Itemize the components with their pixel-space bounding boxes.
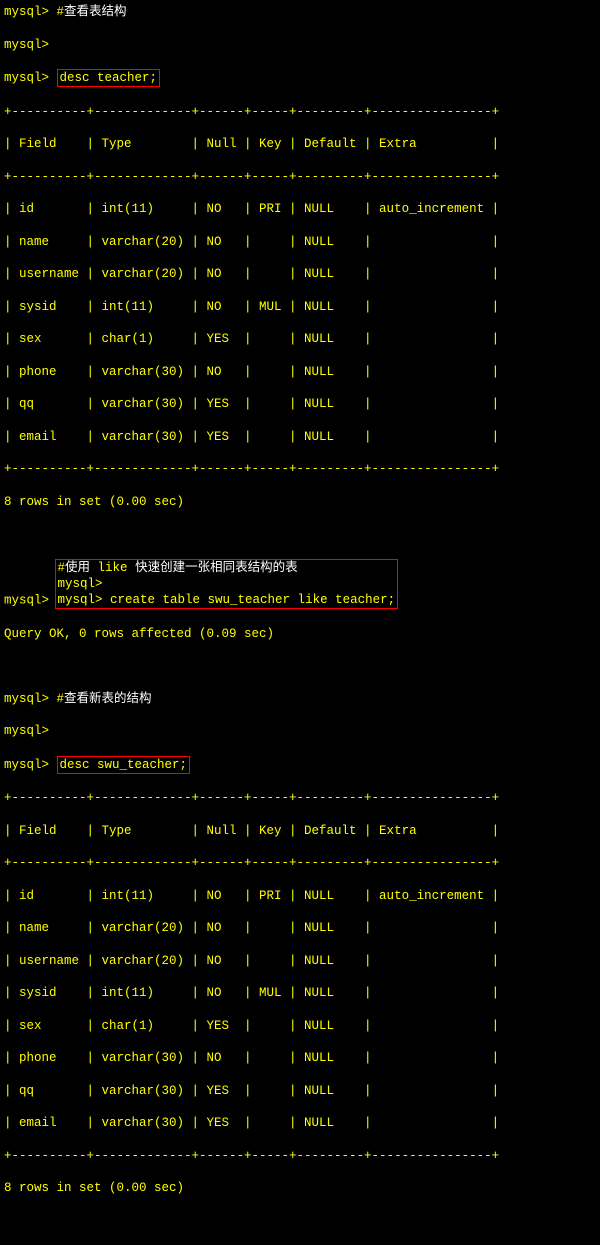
- table-border: +----------+-------------+------+-----+-…: [4, 169, 596, 185]
- table-row: | sex | char(1) | YES | | NULL | |: [4, 331, 596, 347]
- blank-line: [4, 658, 596, 674]
- highlighted-command: desc swu_teacher;: [57, 756, 191, 774]
- table-row: | sysid | int(11) | NO | MUL | NULL | |: [4, 985, 596, 1001]
- comment-text: 查看新表的结构: [64, 692, 152, 706]
- mysql-prompt: mysql>: [4, 724, 49, 738]
- hash: #: [57, 5, 65, 19]
- mysql-prompt: mysql>: [4, 5, 57, 19]
- sql-command: desc swu_teacher;: [60, 758, 188, 772]
- comment-text: 查看表结构: [64, 5, 127, 19]
- prompt-line: mysql> #查看新表的结构: [4, 691, 596, 707]
- query-result: Query OK, 0 rows affected (0.09 sec): [4, 626, 596, 642]
- prompt-line: mysql> #使用 like 快速创建一张相同表结构的表 mysql> mys…: [4, 559, 596, 610]
- mysql-prompt: mysql>: [4, 38, 49, 52]
- mysql-prompt: mysql>: [4, 758, 57, 772]
- comment-text: 快速创建一张相同表结构的表: [135, 561, 298, 575]
- table-border: +----------+-------------+------+-----+-…: [4, 104, 596, 120]
- table-row: | sex | char(1) | YES | | NULL | |: [4, 1018, 596, 1034]
- table-row: | phone | varchar(30) | NO | | NULL | |: [4, 1050, 596, 1066]
- sql-command: create table swu_teacher like teacher;: [110, 593, 395, 607]
- prompt-line: mysql> #查看表结构: [4, 4, 596, 20]
- table-row: | email | varchar(30) | YES | | NULL | |: [4, 429, 596, 445]
- comment-text: 使用: [65, 561, 90, 575]
- table-row: | qq | varchar(30) | YES | | NULL | |: [4, 396, 596, 412]
- table-row: | sysid | int(11) | NO | MUL | NULL | |: [4, 299, 596, 315]
- table-border: +----------+-------------+------+-----+-…: [4, 1148, 596, 1164]
- prompt-line: mysql> desc swu_teacher;: [4, 756, 596, 774]
- like-keyword: like: [90, 561, 135, 575]
- prompt-line: mysql>: [4, 723, 596, 739]
- mysql-prompt: mysql>: [4, 692, 57, 706]
- prompt-line: mysql> desc teacher;: [4, 69, 596, 87]
- table-row: | phone | varchar(30) | NO | | NULL | |: [4, 364, 596, 380]
- table-row: | username | varchar(20) | NO | | NULL |…: [4, 266, 596, 282]
- table-row: | id | int(11) | NO | PRI | NULL | auto_…: [4, 201, 596, 217]
- result-footer: 8 rows in set (0.00 sec): [4, 494, 596, 510]
- blank-line: [4, 526, 596, 542]
- result-footer: 8 rows in set (0.00 sec): [4, 1180, 596, 1196]
- table-row: | name | varchar(20) | NO | | NULL | |: [4, 234, 596, 250]
- table-border: +----------+-------------+------+-----+-…: [4, 461, 596, 477]
- table-border: +----------+-------------+------+-----+-…: [4, 790, 596, 806]
- mysql-prompt: mysql>: [58, 593, 111, 607]
- table-row: | username | varchar(20) | NO | | NULL |…: [4, 953, 596, 969]
- sql-command: desc teacher;: [60, 71, 158, 85]
- table-row: | email | varchar(30) | YES | | NULL | |: [4, 1115, 596, 1131]
- table-row: | id | int(11) | NO | PRI | NULL | auto_…: [4, 888, 596, 904]
- table-row: | qq | varchar(30) | YES | | NULL | |: [4, 1083, 596, 1099]
- mysql-prompt: mysql>: [58, 577, 103, 591]
- prompt-line: mysql>: [4, 37, 596, 53]
- hash: #: [57, 692, 65, 706]
- mysql-prompt: mysql>: [4, 71, 57, 85]
- table-row: | name | varchar(20) | NO | | NULL | |: [4, 920, 596, 936]
- table-header: | Field | Type | Null | Key | Default | …: [4, 136, 596, 152]
- hash: #: [58, 561, 66, 575]
- mysql-prompt: mysql>: [4, 593, 57, 607]
- highlighted-command: desc teacher;: [57, 69, 161, 87]
- highlighted-command: #使用 like 快速创建一张相同表结构的表 mysql> mysql> cre…: [55, 559, 399, 610]
- table-border: +----------+-------------+------+-----+-…: [4, 855, 596, 871]
- table-header: | Field | Type | Null | Key | Default | …: [4, 823, 596, 839]
